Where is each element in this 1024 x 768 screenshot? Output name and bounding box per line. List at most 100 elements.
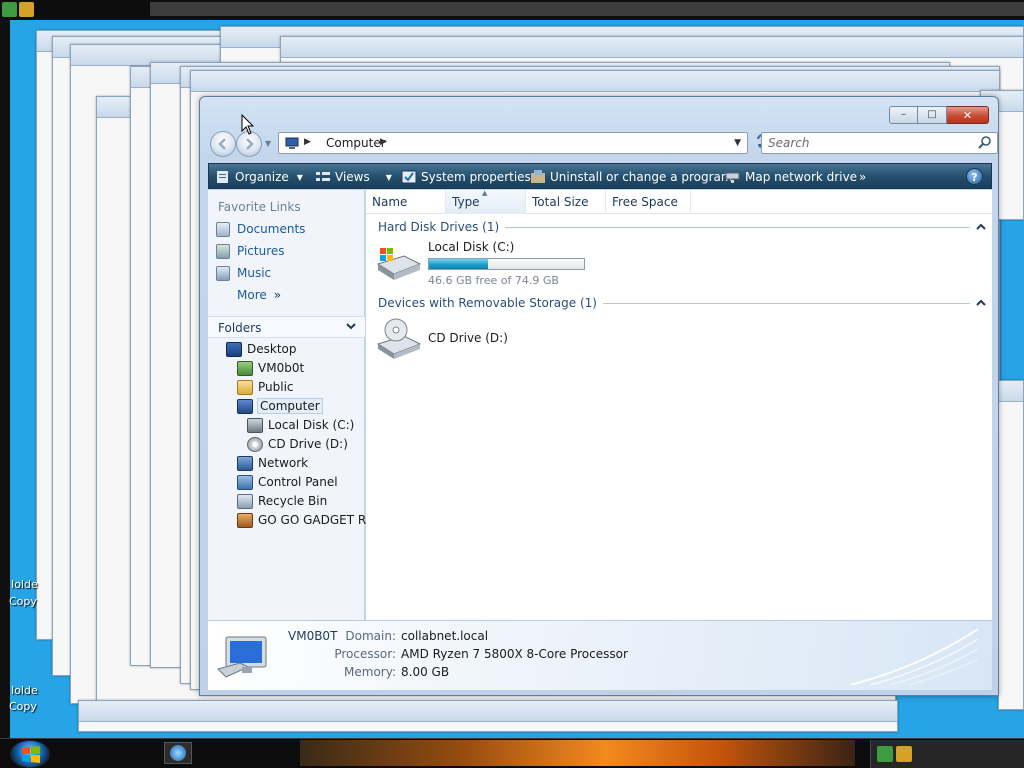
security-tray-icon[interactable] [896, 746, 912, 762]
tree-item-control-panel[interactable]: Control Panel [237, 473, 338, 491]
group-header-removable[interactable]: Devices with Removable Storage (1) [378, 295, 986, 311]
favorite-link-music[interactable]: Music [216, 264, 271, 282]
search-icon[interactable] [978, 135, 992, 149]
tree-item-recycle-bin[interactable]: Recycle Bin [237, 492, 327, 510]
recent-pages-dropdown-icon[interactable]: ▼ [265, 139, 271, 148]
mouse-cursor-icon [241, 114, 255, 135]
memory-label: Memory: [344, 665, 396, 679]
column-label: Type [452, 195, 480, 209]
computer-icon [285, 137, 299, 149]
processor-value: AMD Ryzen 7 5800X 8-Core Processor [401, 647, 628, 661]
cd-drive-icon [376, 318, 422, 359]
network-icon [237, 455, 253, 471]
sort-ascending-icon: ▲ [482, 189, 488, 197]
more-commands-button[interactable]: » [859, 168, 866, 186]
tree-item-gadget[interactable]: GO GO GADGET RA [237, 511, 374, 529]
system-properties-button[interactable]: System properties [401, 168, 531, 186]
system-properties-icon [401, 170, 417, 184]
tree-item-label: Network [258, 456, 309, 470]
decorative-swirl [849, 628, 979, 685]
tree-item-label: Control Panel [258, 475, 338, 489]
taskbar-buttons-glitch[interactable] [300, 740, 855, 766]
back-button[interactable] [210, 131, 236, 157]
help-button[interactable]: ? [966, 168, 983, 185]
tree-item-public[interactable]: Public [237, 378, 294, 396]
top-gray-strip [150, 2, 1024, 16]
favorite-link-documents[interactable]: Documents [216, 220, 305, 238]
tree-item-label: Desktop [247, 342, 297, 356]
views-button[interactable]: Views ▼ [315, 168, 392, 186]
windows-logo-icon [22, 746, 40, 763]
column-header-free-space[interactable]: Free Space [606, 190, 691, 214]
search-box[interactable]: Search [761, 132, 998, 154]
tree-item-label: Computer [257, 398, 323, 414]
file-list: Name ▲ Type Total Size Free Space Hard D… [366, 189, 992, 620]
navigation-pane: Favorite Links Documents Pictures Music … [208, 190, 374, 620]
more-label: More [237, 288, 267, 302]
tree-item-local-disk[interactable]: Local Disk (C:) [247, 416, 354, 434]
security-icon[interactable] [19, 2, 34, 17]
tree-item-label: VM0b0t [258, 361, 305, 375]
gadget-folder-icon [237, 512, 253, 528]
desktop-icon-label: Copy [9, 595, 37, 608]
breadcrumb-separator-icon[interactable]: ▶ [304, 137, 311, 147]
column-header-name[interactable]: Name [366, 190, 446, 214]
tree-item-desktop[interactable]: Desktop [226, 340, 297, 358]
control-panel-icon [237, 474, 253, 490]
computer-monitor-icon [217, 636, 267, 678]
network-drive-icon [725, 172, 740, 183]
uninstall-program-button[interactable]: Uninstall or change a program [530, 168, 733, 186]
processor-label: Processor: [334, 647, 396, 661]
favorite-link-pictures[interactable]: Pictures [216, 242, 285, 260]
maximize-button[interactable]: □ [918, 106, 947, 124]
organize-button[interactable]: Organize ▼ [215, 168, 303, 186]
caption-buttons: – □ ✕ [889, 106, 989, 124]
group-divider [505, 226, 970, 228]
views-icon [316, 172, 330, 181]
column-header-total-size[interactable]: Total Size [526, 190, 606, 214]
network-icon[interactable] [2, 2, 17, 17]
folders-header[interactable]: Folders [208, 316, 365, 338]
desktop-icon-label: Copy [9, 700, 37, 713]
chevron-up-icon[interactable] [976, 299, 986, 307]
computer-icon [237, 398, 253, 414]
group-divider [602, 302, 970, 304]
disk-capacity-fill [429, 259, 488, 269]
address-bar[interactable]: ▶ Computer ▶ ▼ [278, 132, 748, 154]
help-icon: ? [971, 171, 978, 184]
tree-item-network[interactable]: Network [237, 454, 308, 472]
column-header-type[interactable]: ▲ Type [446, 189, 526, 214]
tree-item-label: Recycle Bin [258, 494, 328, 508]
hard-disk-icon [376, 248, 422, 280]
tree-item-user[interactable]: VM0b0t [237, 359, 304, 377]
double-chevron-icon: » [273, 288, 282, 302]
minimize-button[interactable]: – [889, 106, 918, 124]
start-button[interactable] [10, 740, 50, 768]
map-network-drive-button[interactable]: Map network drive [725, 168, 857, 186]
tree-item-label: GO GO GADGET RA [258, 513, 374, 527]
chevron-up-icon[interactable] [976, 223, 986, 231]
desktop-icon [226, 341, 242, 357]
tree-item-computer[interactable]: Computer [237, 397, 323, 415]
user-folder-icon [237, 360, 253, 376]
details-pane: VM0B0T Domain: collabnet.local Processor… [208, 620, 992, 690]
back-arrow-icon [218, 138, 226, 150]
pictures-icon [216, 243, 230, 259]
explorer-window: – □ ✕ ▼ ▶ Computer ▶ ▼ Search Organize ▼… [199, 96, 999, 696]
map-network-drive-label: Map network drive [745, 170, 858, 184]
breadcrumb-separator-icon[interactable]: ▶ [380, 137, 387, 147]
favorite-links-more[interactable]: More » [237, 286, 281, 304]
address-dropdown-icon[interactable]: ▼ [734, 138, 741, 148]
column-label: Free Space [612, 195, 678, 209]
network-tray-icon[interactable] [877, 746, 893, 762]
system-tray [870, 740, 1024, 768]
ghost-window [78, 700, 898, 732]
breadcrumb-computer[interactable]: Computer [326, 136, 386, 150]
internet-explorer-quicklaunch[interactable] [164, 742, 192, 764]
group-header-hard-disks[interactable]: Hard Disk Drives (1) [378, 219, 986, 235]
command-bar: Organize ▼ Views ▼ System properties Unins… [208, 163, 992, 189]
hard-disk-icon [247, 417, 263, 433]
drive-free-space: 46.6 GB free of 74.9 GB [428, 274, 559, 287]
tree-item-cd-drive[interactable]: CD Drive (D:) [247, 435, 348, 453]
close-button[interactable]: ✕ [947, 106, 989, 124]
